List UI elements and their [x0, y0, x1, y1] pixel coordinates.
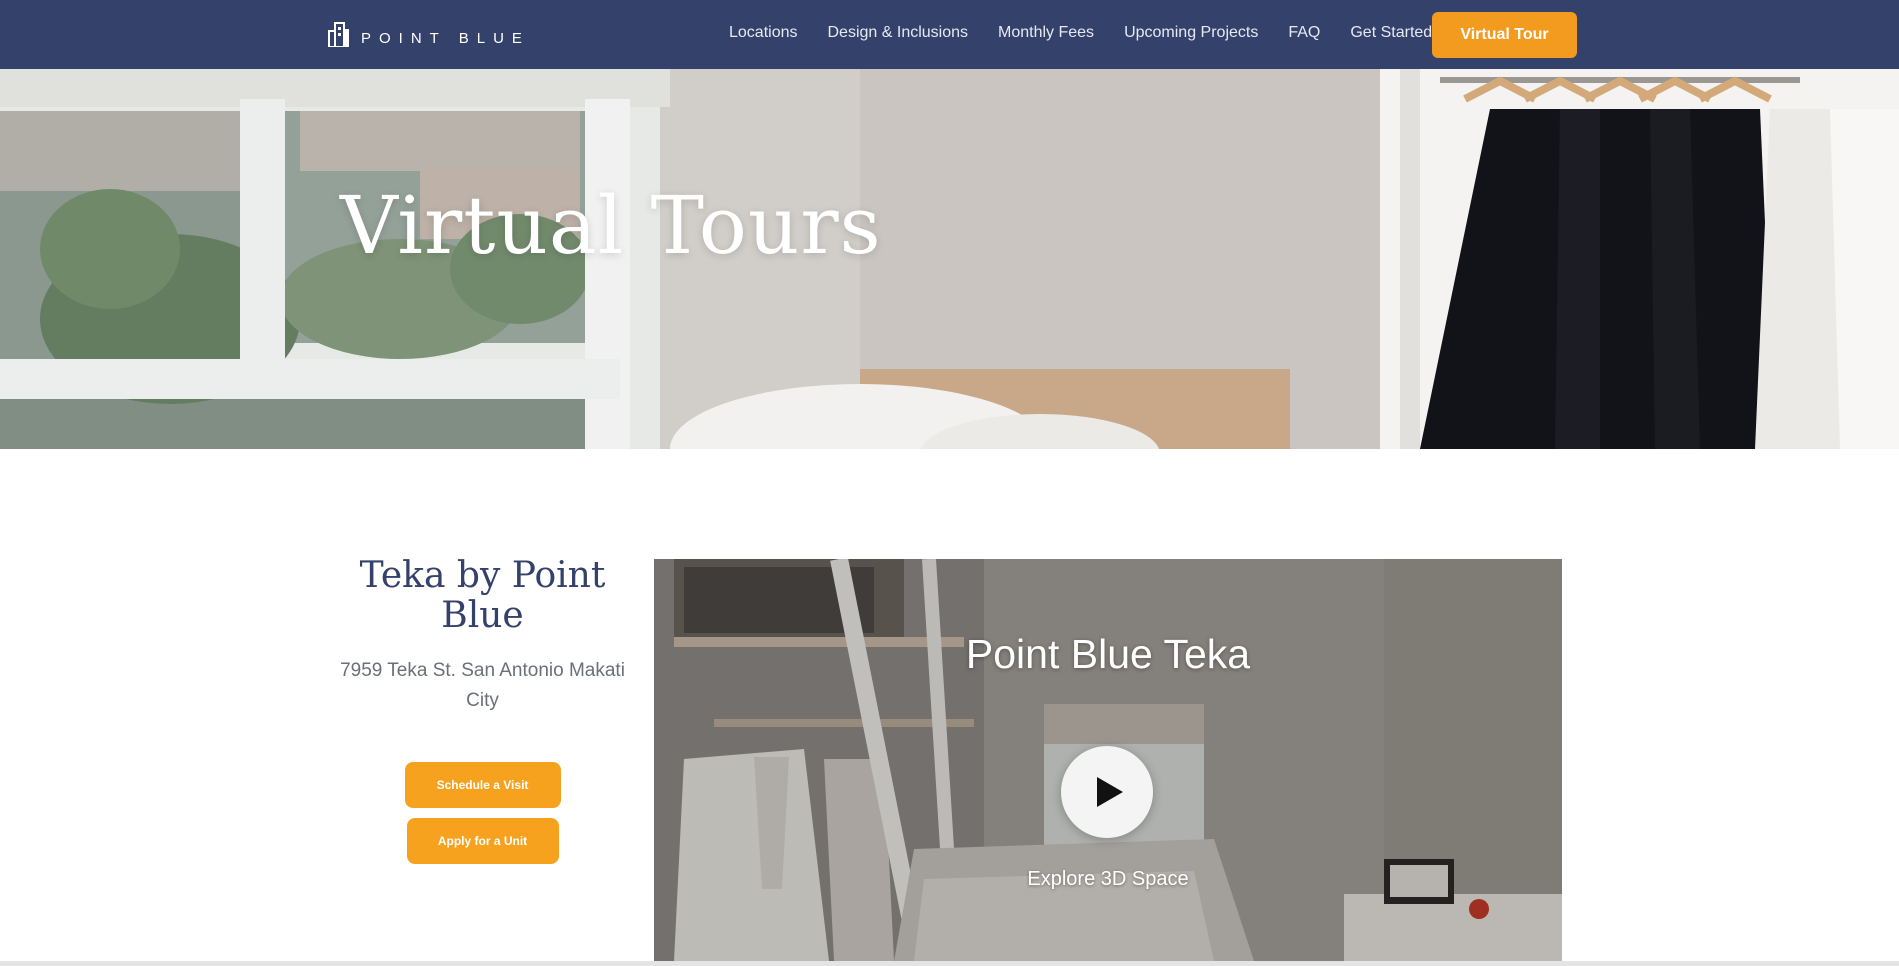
- property-address: 7959 Teka St. San Antonio Makati City: [340, 660, 625, 711]
- horizontal-scrollbar[interactable]: [0, 961, 1899, 966]
- virtual-tour-button[interactable]: Virtual Tour: [1432, 12, 1577, 58]
- top-navbar: POINT BLUE Locations Design & Inclusions…: [0, 0, 1899, 69]
- page-title: Virtual Tours: [340, 179, 882, 272]
- nav-link-upcoming-projects[interactable]: Upcoming Projects: [1124, 22, 1258, 44]
- nav-link-faq[interactable]: FAQ: [1288, 22, 1320, 44]
- virtual-tour-viewer[interactable]: Point Blue Teka Explore 3D Space: [654, 559, 1562, 961]
- schedule-visit-button[interactable]: Schedule a Visit: [404, 762, 561, 808]
- tour-title: Point Blue Teka: [965, 631, 1251, 677]
- building-logo-icon: [328, 22, 349, 47]
- logo-text: POINT BLUE: [361, 29, 530, 47]
- nav-link-design-inclusions[interactable]: Design & Inclusions: [828, 22, 969, 44]
- play-tour-button[interactable]: [1061, 746, 1153, 838]
- nav-link-locations[interactable]: Locations: [729, 22, 798, 44]
- hero-banner: Virtual Tours: [0, 69, 1899, 449]
- play-icon: [1097, 777, 1123, 807]
- logo[interactable]: POINT BLUE: [327, 20, 530, 48]
- property-title: Teka by Point Blue: [359, 555, 606, 636]
- main-nav: Locations Design & Inclusions Monthly Fe…: [729, 22, 1462, 44]
- apply-unit-button[interactable]: Apply for a Unit: [406, 818, 559, 864]
- explore-3d-caption: Explore 3D Space: [1027, 868, 1189, 890]
- nav-link-monthly-fees[interactable]: Monthly Fees: [998, 22, 1094, 44]
- hero-bedroom-photo: [0, 69, 1899, 449]
- property-info: Teka by Point Blue 7959 Teka St. San Ant…: [330, 556, 635, 864]
- nav-link-get-started[interactable]: Get Started: [1350, 22, 1432, 44]
